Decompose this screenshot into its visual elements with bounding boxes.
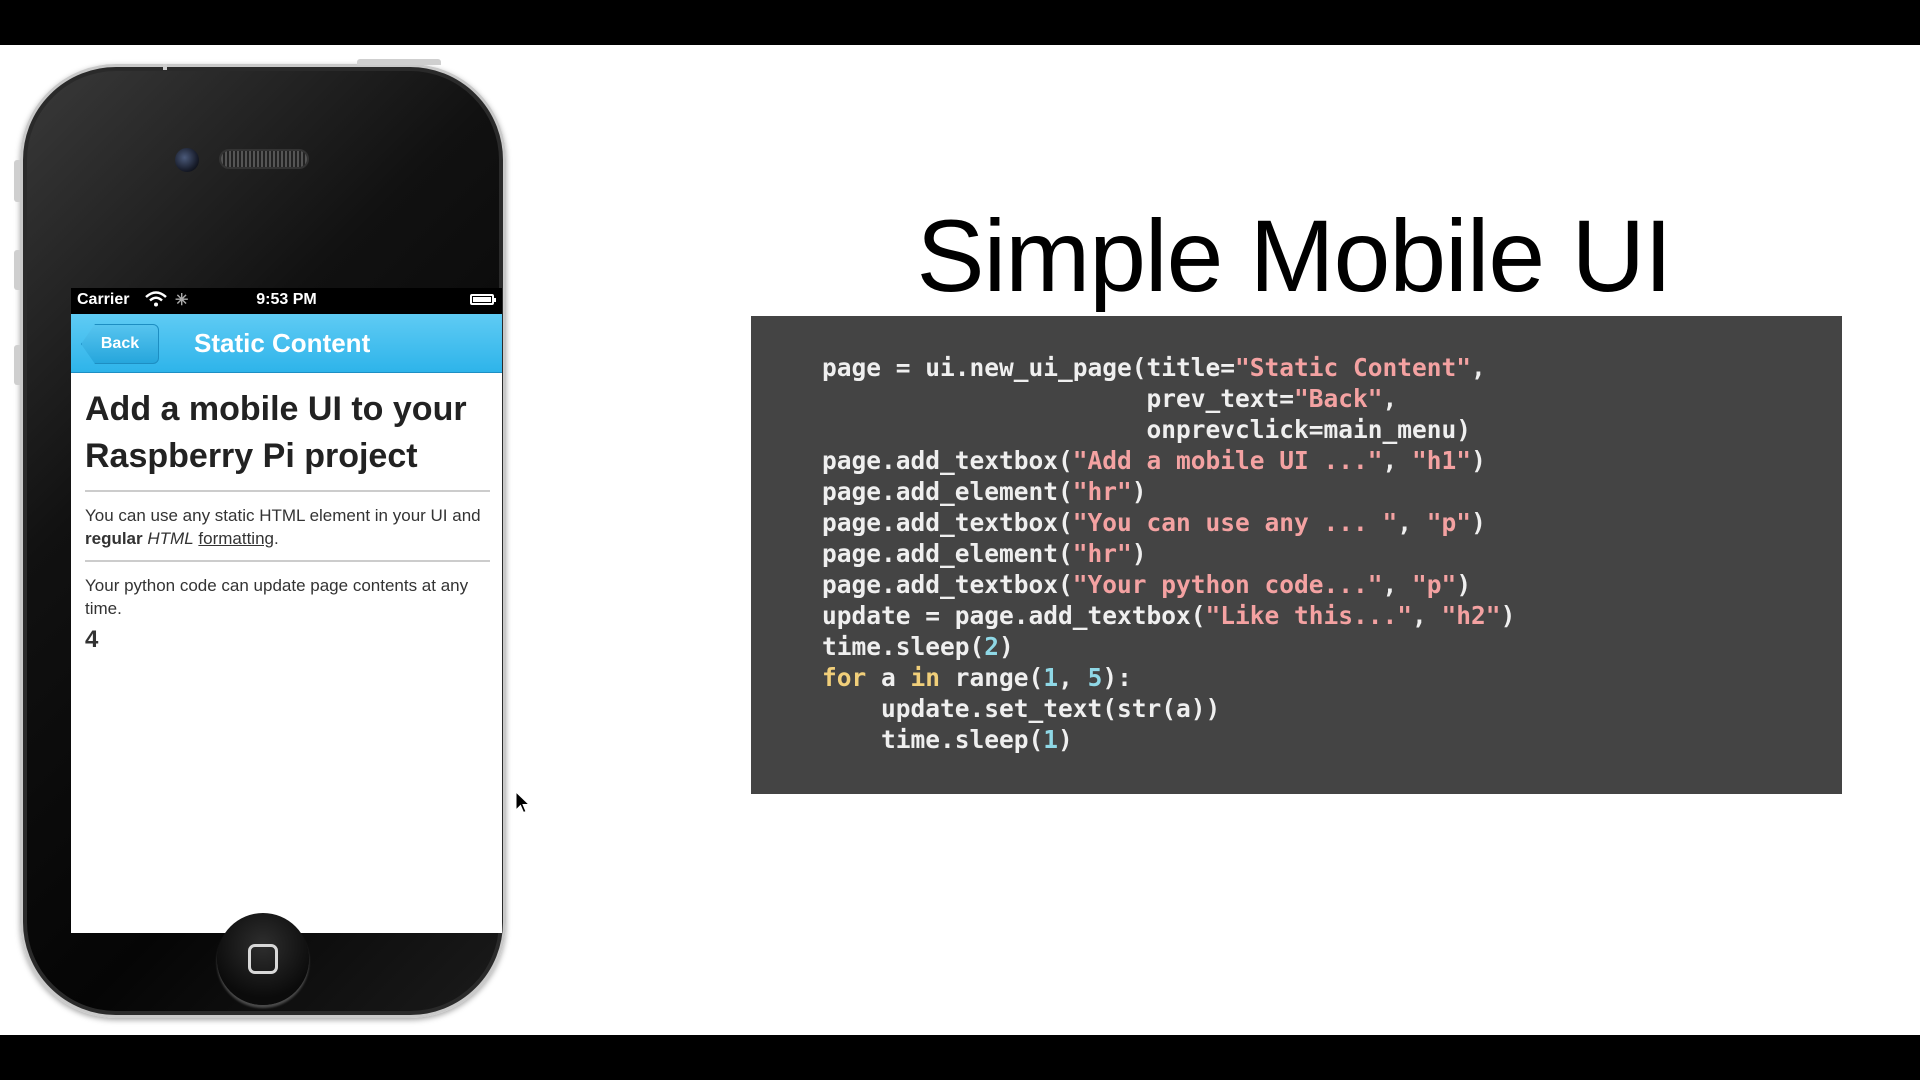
code-token: update.set_text(str(a)) — [822, 694, 1221, 723]
code-token: 2 — [984, 632, 1000, 661]
speaker-grille — [219, 149, 309, 169]
code-token: ): — [1102, 663, 1132, 692]
content-paragraph-1: You can use any static HTML element in y… — [85, 506, 481, 548]
code-token: ) — [1456, 570, 1472, 599]
code-token: , — [1382, 570, 1413, 599]
code-line: time.sleep(2) — [822, 631, 1515, 662]
back-button[interactable]: Back — [81, 324, 159, 364]
code-token: "Static Content" — [1235, 353, 1472, 382]
p1-text: You can use any static HTML element in y… — [85, 506, 481, 525]
code-token: ) — [1471, 508, 1486, 537]
code-block: page = ui.new_ui_page(title="Static Cont… — [751, 316, 1842, 794]
code-line: page.add_element("hr") — [822, 538, 1515, 569]
iphone-frame: Carrier ✳ 9:53 PM Back Static Content Ad… — [20, 64, 506, 1018]
volume-up-button — [14, 250, 20, 290]
code-token: prev_text= — [822, 384, 1295, 413]
power-button — [357, 59, 441, 65]
divider — [85, 560, 490, 562]
code-token: 1 — [1043, 663, 1059, 692]
code-token: for — [822, 663, 867, 692]
letterbox-bottom — [0, 1035, 1920, 1080]
volume-down-button — [14, 345, 20, 385]
nav-bar: Back Static Content — [71, 314, 502, 373]
code-token: "Like this..." — [1205, 601, 1413, 630]
code-token: ) — [1131, 477, 1147, 506]
code-token: , — [1412, 601, 1442, 630]
code-token: "hr" — [1072, 477, 1132, 506]
code-token: onprevclick=main_menu) — [822, 415, 1472, 444]
code-token: ) — [1131, 539, 1147, 568]
code-token: 5 — [1087, 663, 1103, 692]
status-time: 9:53 PM — [256, 291, 317, 308]
code-token: page.add_textbox( — [822, 570, 1073, 599]
code-token: page.add_element( — [822, 539, 1073, 568]
code-line: update.set_text(str(a)) — [822, 693, 1515, 724]
mute-switch — [14, 160, 20, 202]
code-token: update = page.add_textbox( — [822, 601, 1206, 630]
nav-title: Static Content — [194, 328, 371, 358]
code-token: "hr" — [1072, 539, 1132, 568]
content-paragraph-2: Your python code can update page content… — [85, 576, 469, 618]
code-token: page.add_element( — [822, 477, 1073, 506]
code-token: "You can use any ... " — [1072, 508, 1398, 537]
code-line: page.add_textbox("Add a mobile UI ...", … — [822, 445, 1515, 476]
code-line: page.add_textbox("You can use any ... ",… — [822, 507, 1515, 538]
phone-screen: Carrier ✳ 9:53 PM Back Static Content Ad… — [71, 288, 502, 933]
code-token: time.sleep( — [822, 632, 985, 661]
letterbox-top — [0, 0, 1920, 45]
formatting-link[interactable]: formatting — [198, 529, 274, 548]
code-line: page.add_element("hr") — [822, 476, 1515, 507]
code-token: time.sleep( — [822, 725, 1044, 754]
code-token: page.add_textbox( — [822, 446, 1073, 475]
code-token: ) — [1471, 446, 1486, 475]
p1-italic: HTML — [147, 529, 194, 548]
code-token: range( — [940, 663, 1044, 692]
code-token: ) — [1500, 601, 1516, 630]
code-token: in — [910, 663, 941, 692]
p1-bold: regular — [85, 529, 143, 548]
code-token: "Back" — [1294, 384, 1383, 413]
code-token: page = ui.new_ui_page(title= — [822, 353, 1236, 382]
code-line: update = page.add_textbox("Like this..."… — [822, 600, 1515, 631]
home-button[interactable] — [217, 913, 309, 1005]
mouse-cursor-icon — [515, 790, 531, 820]
code-token: a — [866, 663, 911, 692]
code-token: , — [1058, 663, 1088, 692]
code-token: "p" — [1412, 570, 1457, 599]
code-line: prev_text="Back", — [822, 383, 1515, 414]
code-token: "h1" — [1412, 446, 1472, 475]
code-token: ) — [1058, 725, 1073, 754]
battery-icon — [470, 294, 496, 305]
code-token: 1 — [1043, 725, 1059, 754]
home-square-icon — [248, 944, 278, 974]
code-token: , — [1397, 508, 1427, 537]
code-line: page.add_textbox("Your python code...", … — [822, 569, 1515, 600]
code-token: ) — [999, 632, 1014, 661]
status-bar: Carrier ✳ 9:53 PM — [71, 288, 502, 314]
page-content: Add a mobile UI to your Raspberry Pi pro… — [85, 386, 490, 654]
code-token: , — [1382, 446, 1413, 475]
code-token: "p" — [1426, 508, 1472, 537]
code-line: for a in range(1, 5): — [822, 662, 1515, 693]
camera-icon — [175, 148, 199, 172]
divider — [85, 490, 490, 492]
ringer-switch — [163, 64, 167, 70]
code-listing: page = ui.new_ui_page(title="Static Cont… — [822, 352, 1515, 755]
code-token: , — [1382, 384, 1398, 413]
code-line: time.sleep(1) — [822, 724, 1515, 755]
code-line: page = ui.new_ui_page(title="Static Cont… — [822, 352, 1515, 383]
content-heading: Add a mobile UI to your Raspberry Pi pro… — [85, 390, 467, 475]
code-token: , — [1471, 353, 1486, 382]
code-line: onprevclick=main_menu) — [822, 414, 1515, 445]
code-token: "Add a mobile UI ..." — [1072, 446, 1383, 475]
counter-value: 4 — [85, 626, 99, 653]
code-token: page.add_textbox( — [822, 508, 1073, 537]
slide-title: Simple Mobile UI — [916, 199, 1673, 313]
code-token: "h2" — [1441, 601, 1501, 630]
code-token: "Your python code..." — [1072, 570, 1383, 599]
